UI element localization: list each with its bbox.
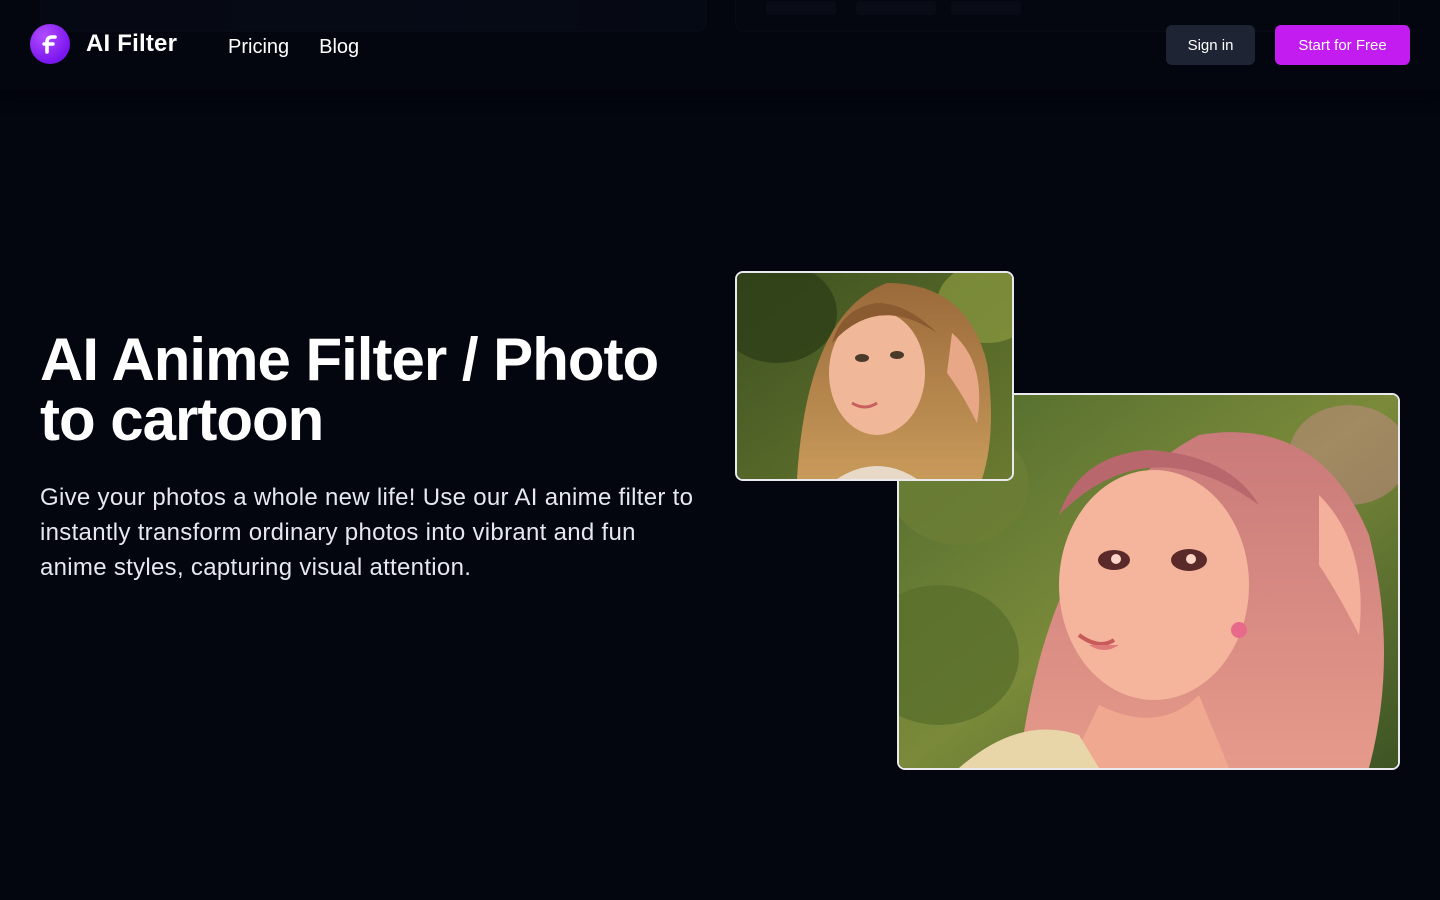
original-photo-image: [735, 271, 1014, 481]
logo-icon: [30, 24, 70, 64]
page: AI Filter Pricing Blog Sign in Start for…: [0, 0, 1440, 900]
hero-description: Give your photos a whole new life! Use o…: [40, 484, 694, 581]
portrait-photo-icon: [737, 273, 1012, 479]
start-for-free-button[interactable]: Start for Free: [1275, 25, 1410, 65]
hero-title: AI Anime Filter / Photo to cartoon: [40, 326, 659, 453]
sign-in-button[interactable]: Sign in: [1166, 25, 1255, 65]
site-header: AI Filter Pricing Blog Sign in Start for…: [0, 0, 1440, 90]
nav-link-blog[interactable]: Blog: [319, 33, 359, 61]
letter-f-icon: [42, 35, 57, 54]
brand-logo-link[interactable]: AI Filter: [30, 24, 177, 64]
main-nav: Pricing Blog: [228, 33, 359, 61]
brand-name: AI Filter: [86, 30, 178, 57]
nav-link-pricing[interactable]: Pricing: [228, 33, 289, 61]
